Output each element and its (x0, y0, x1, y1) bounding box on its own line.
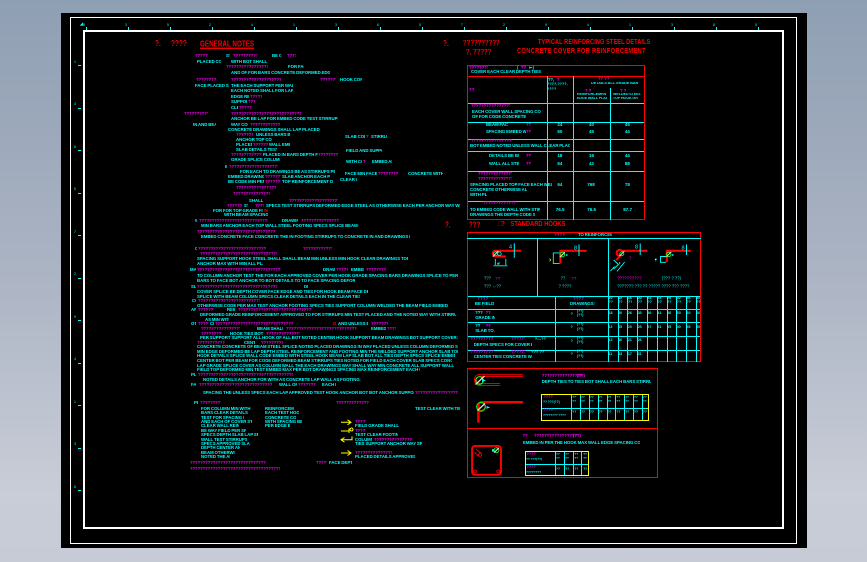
svg-text:??? ↔??: ??? ↔?? (484, 283, 502, 288)
svg-text:(??? ? ??): (??? ? ??) (662, 276, 682, 281)
svg-text:???: ??? (484, 276, 492, 281)
svg-text:?: ? (629, 256, 632, 261)
svg-text:4: 4 (509, 245, 512, 251)
svg-text:??????????: ?????????? (617, 276, 642, 281)
svg-text:??: ?? (571, 276, 577, 281)
svg-text:8: 8 (682, 246, 685, 252)
svg-text:v: v (498, 261, 501, 266)
svg-text:??: ?? (495, 276, 501, 281)
svg-text:8: 8 (574, 246, 577, 252)
svg-text:??????? ??? ?? ????? ???? ???: ??????? ??? ?? ????? ???? ??? ???? (617, 283, 690, 288)
svg-text:??: ?? (561, 276, 566, 281)
svg-text:? ????: ? ???? (559, 283, 572, 288)
svg-text:8: 8 (635, 245, 638, 251)
